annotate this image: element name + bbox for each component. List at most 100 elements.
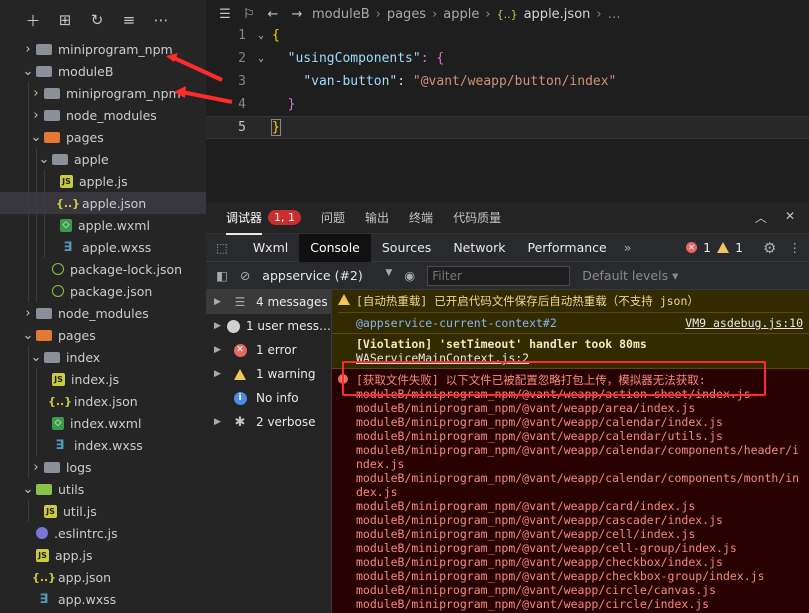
tab-console[interactable]: Console	[299, 233, 371, 262]
tree-item[interactable]: ◇ apple.wxml	[0, 214, 206, 236]
chevron-down-icon[interactable]: ⌄	[22, 328, 34, 343]
chevron-right-icon[interactable]: ›	[30, 460, 42, 475]
warning-count[interactable]: 1	[735, 240, 743, 255]
chevron-down-icon[interactable]: ⌄	[38, 152, 50, 167]
context-select[interactable]: appservice (#2) ▼	[262, 268, 392, 283]
tab-code-quality[interactable]: 代码质量	[453, 209, 501, 226]
tab-terminal[interactable]: 终端	[409, 209, 433, 226]
context-link[interactable]: @appservice-current-context#2	[356, 316, 557, 330]
js-file-icon: JS	[44, 504, 57, 518]
code-line-current: 5 }	[206, 116, 809, 139]
tree-item[interactable]: ∃ apple.wxss	[0, 236, 206, 258]
fold-icon[interactable]: ⌄	[250, 53, 272, 64]
chevron-down-icon[interactable]: ⌄	[22, 482, 34, 497]
source-link[interactable]: VM9 asdebug.js:10	[685, 316, 803, 330]
breadcrumb-item[interactable]: apple	[443, 7, 479, 22]
error-file-path: moduleB/miniprogram_npm/@vant/weapp/casc…	[356, 513, 723, 527]
inspect-element-icon[interactable]: ⬚	[206, 240, 242, 255]
tree-item[interactable]: ∃ index.wxss	[0, 434, 206, 456]
tree-item-label: apple	[74, 151, 109, 167]
filter-verbose[interactable]: ▶ ✱ 2 verbose	[206, 410, 331, 434]
tab-performance[interactable]: Performance	[517, 234, 618, 262]
wxml-file-icon: ◇	[52, 416, 64, 430]
refresh-icon[interactable]: ↻	[88, 11, 106, 29]
tree-item[interactable]: › node_modules	[0, 302, 206, 324]
more-tabs-icon[interactable]: »	[618, 240, 638, 255]
fold-icon[interactable]: ⌄	[250, 30, 272, 41]
console-warning-message[interactable]: [自动热重载] 已开启代码文件保存后自动热重载（不支持 json） @appse…	[332, 290, 809, 334]
breadcrumb-item[interactable]: moduleB	[312, 7, 370, 22]
tree-item[interactable]: {..} apple.json	[0, 192, 206, 214]
breadcrumb-item[interactable]: apple.json	[524, 7, 591, 22]
tree-item-label: .eslintrc.js	[54, 525, 118, 541]
tree-item[interactable]: ∃ app.wxss	[0, 588, 206, 610]
tree-item[interactable]: ⌄ apple	[0, 148, 206, 170]
console-error-message[interactable]: ✕ [获取文件失败] 以下文件已被配置忽略打包上传，模拟器无法获取: modul…	[332, 369, 809, 613]
breadcrumb-item[interactable]: pages	[387, 7, 426, 22]
filter-warnings[interactable]: ▶ 1 warning	[206, 362, 331, 386]
tree-item[interactable]: .eslintrc.js	[0, 522, 206, 544]
chevron-down-icon[interactable]: ⌄	[30, 350, 42, 365]
collapse-all-icon[interactable]: ≡	[120, 11, 138, 29]
new-folder-icon[interactable]: ⊞	[56, 11, 74, 29]
chevron-right-icon[interactable]: ›	[22, 306, 34, 321]
filter-info[interactable]: i No info	[206, 386, 331, 410]
clear-console-icon[interactable]: ⊘	[240, 268, 250, 283]
log-levels-select[interactable]: Default levels ▾	[582, 268, 678, 283]
tree-item[interactable]: {..} app.json	[0, 566, 206, 588]
filter-input[interactable]	[427, 265, 571, 286]
tree-item[interactable]: ⌄ pages	[0, 324, 206, 346]
source-link[interactable]: WAServiceMainContext.js:2	[356, 351, 529, 365]
tab-wxml[interactable]: Wxml	[242, 234, 299, 262]
tree-item[interactable]: {..} index.json	[0, 390, 206, 412]
filter-user-messages[interactable]: ▶ 1 user mess…	[206, 314, 331, 338]
tree-item[interactable]: package.json	[0, 280, 206, 302]
tree-item[interactable]: JS app.js	[0, 544, 206, 566]
tab-debugger[interactable]: 调试器	[226, 209, 263, 235]
console-violation-message[interactable]: [Violation] 'setTimeout' handler took 80…	[332, 334, 809, 369]
sidebar-toggle-icon[interactable]: ◧	[216, 268, 228, 283]
gear-icon[interactable]: ⚙	[763, 239, 776, 257]
chevron-right-icon[interactable]: ›	[30, 108, 42, 123]
forward-icon[interactable]: →	[288, 7, 306, 22]
chevron-up-icon[interactable]: ︿	[755, 209, 767, 226]
back-icon[interactable]: ←	[264, 7, 282, 22]
chevron-down-icon[interactable]: ⌄	[22, 64, 34, 79]
code-area[interactable]: 1 ⌄ { 2 ⌄ "usingComponents": { 3 "van-bu…	[206, 24, 809, 139]
json-file-icon: {..}	[31, 570, 57, 584]
tree-item[interactable]: JS apple.js	[0, 170, 206, 192]
bookmark-icon[interactable]: ⚐	[240, 7, 258, 22]
ellipsis-icon[interactable]: …	[608, 7, 621, 22]
eye-icon[interactable]: ◉	[404, 268, 415, 283]
list-icon[interactable]: ☰	[216, 7, 234, 22]
eslint-file-icon	[36, 527, 48, 539]
close-icon[interactable]: ✕	[785, 209, 795, 226]
tree-item[interactable]: ⌄ pages	[0, 126, 206, 148]
tab-problems[interactable]: 问题	[321, 209, 345, 226]
new-file-icon[interactable]: ＋	[24, 10, 42, 31]
tree-item[interactable]: ⌄ index	[0, 346, 206, 368]
tree-item[interactable]: package-lock.json	[0, 258, 206, 280]
tree-item[interactable]: ◇ index.wxml	[0, 412, 206, 434]
chevron-down-icon[interactable]: ⌄	[30, 130, 42, 145]
tree-item-label: node_modules	[66, 107, 157, 123]
tab-network[interactable]: Network	[442, 234, 516, 262]
error-file-path: moduleB/miniprogram_npm/@vant/weapp/cell…	[356, 527, 696, 541]
chevron-right-icon[interactable]: ›	[30, 86, 42, 101]
more-vertical-icon[interactable]: ⋮	[789, 240, 802, 255]
error-count[interactable]: 1	[703, 240, 711, 255]
more-icon[interactable]: ⋯	[152, 11, 170, 29]
tab-output[interactable]: 输出	[365, 209, 389, 226]
folder-icon	[44, 109, 60, 121]
list-icon: ☰	[234, 295, 246, 309]
tree-item-label: package.json	[70, 283, 153, 299]
filter-all-messages[interactable]: ▶ ☰ 4 messages	[206, 290, 331, 314]
filter-errors[interactable]: ▶ ✕ 1 error	[206, 338, 331, 362]
tab-sources[interactable]: Sources	[371, 234, 442, 262]
tree-item[interactable]: › logs	[0, 456, 206, 478]
tree-item[interactable]: ⌄ utils	[0, 478, 206, 500]
chevron-right-icon[interactable]: ›	[22, 42, 34, 57]
tree-item[interactable]: JS index.js	[0, 368, 206, 390]
console-body: ▶ ☰ 4 messages ▶ 1 user mess… ▶ ✕ 1 erro…	[206, 290, 809, 613]
tree-item[interactable]: JS util.js	[0, 500, 206, 522]
